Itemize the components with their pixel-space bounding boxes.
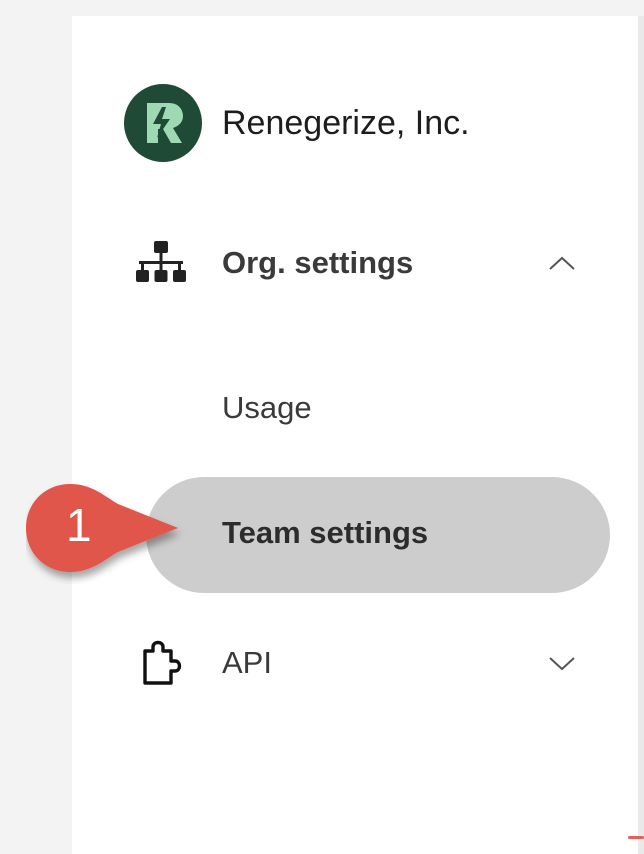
chevron-up-icon[interactable] bbox=[546, 247, 578, 279]
chevron-down-icon[interactable] bbox=[546, 647, 578, 679]
step-callout: 1 bbox=[26, 478, 196, 584]
renegerize-logo-icon bbox=[124, 84, 202, 162]
org-name: Renegerize, Inc. bbox=[222, 103, 470, 142]
nav-api-label: API bbox=[222, 645, 272, 680]
nav-api[interactable]: API bbox=[134, 636, 594, 690]
nav-org-settings[interactable]: Org. settings bbox=[134, 236, 594, 290]
nav-item-team-settings-label: Team settings bbox=[222, 515, 429, 550]
red-edge-mark bbox=[628, 836, 644, 839]
nav-org-settings-label: Org. settings bbox=[222, 245, 414, 280]
panel-edge bbox=[638, 16, 644, 854]
org-chart-icon bbox=[134, 236, 188, 290]
puzzle-icon bbox=[134, 636, 188, 690]
org-switcher[interactable]: Renegerize, Inc. bbox=[124, 84, 470, 162]
nav-item-team-settings[interactable]: Team settings bbox=[146, 477, 610, 593]
nav-item-usage[interactable]: Usage bbox=[222, 390, 312, 426]
step-number: 1 bbox=[66, 499, 92, 551]
